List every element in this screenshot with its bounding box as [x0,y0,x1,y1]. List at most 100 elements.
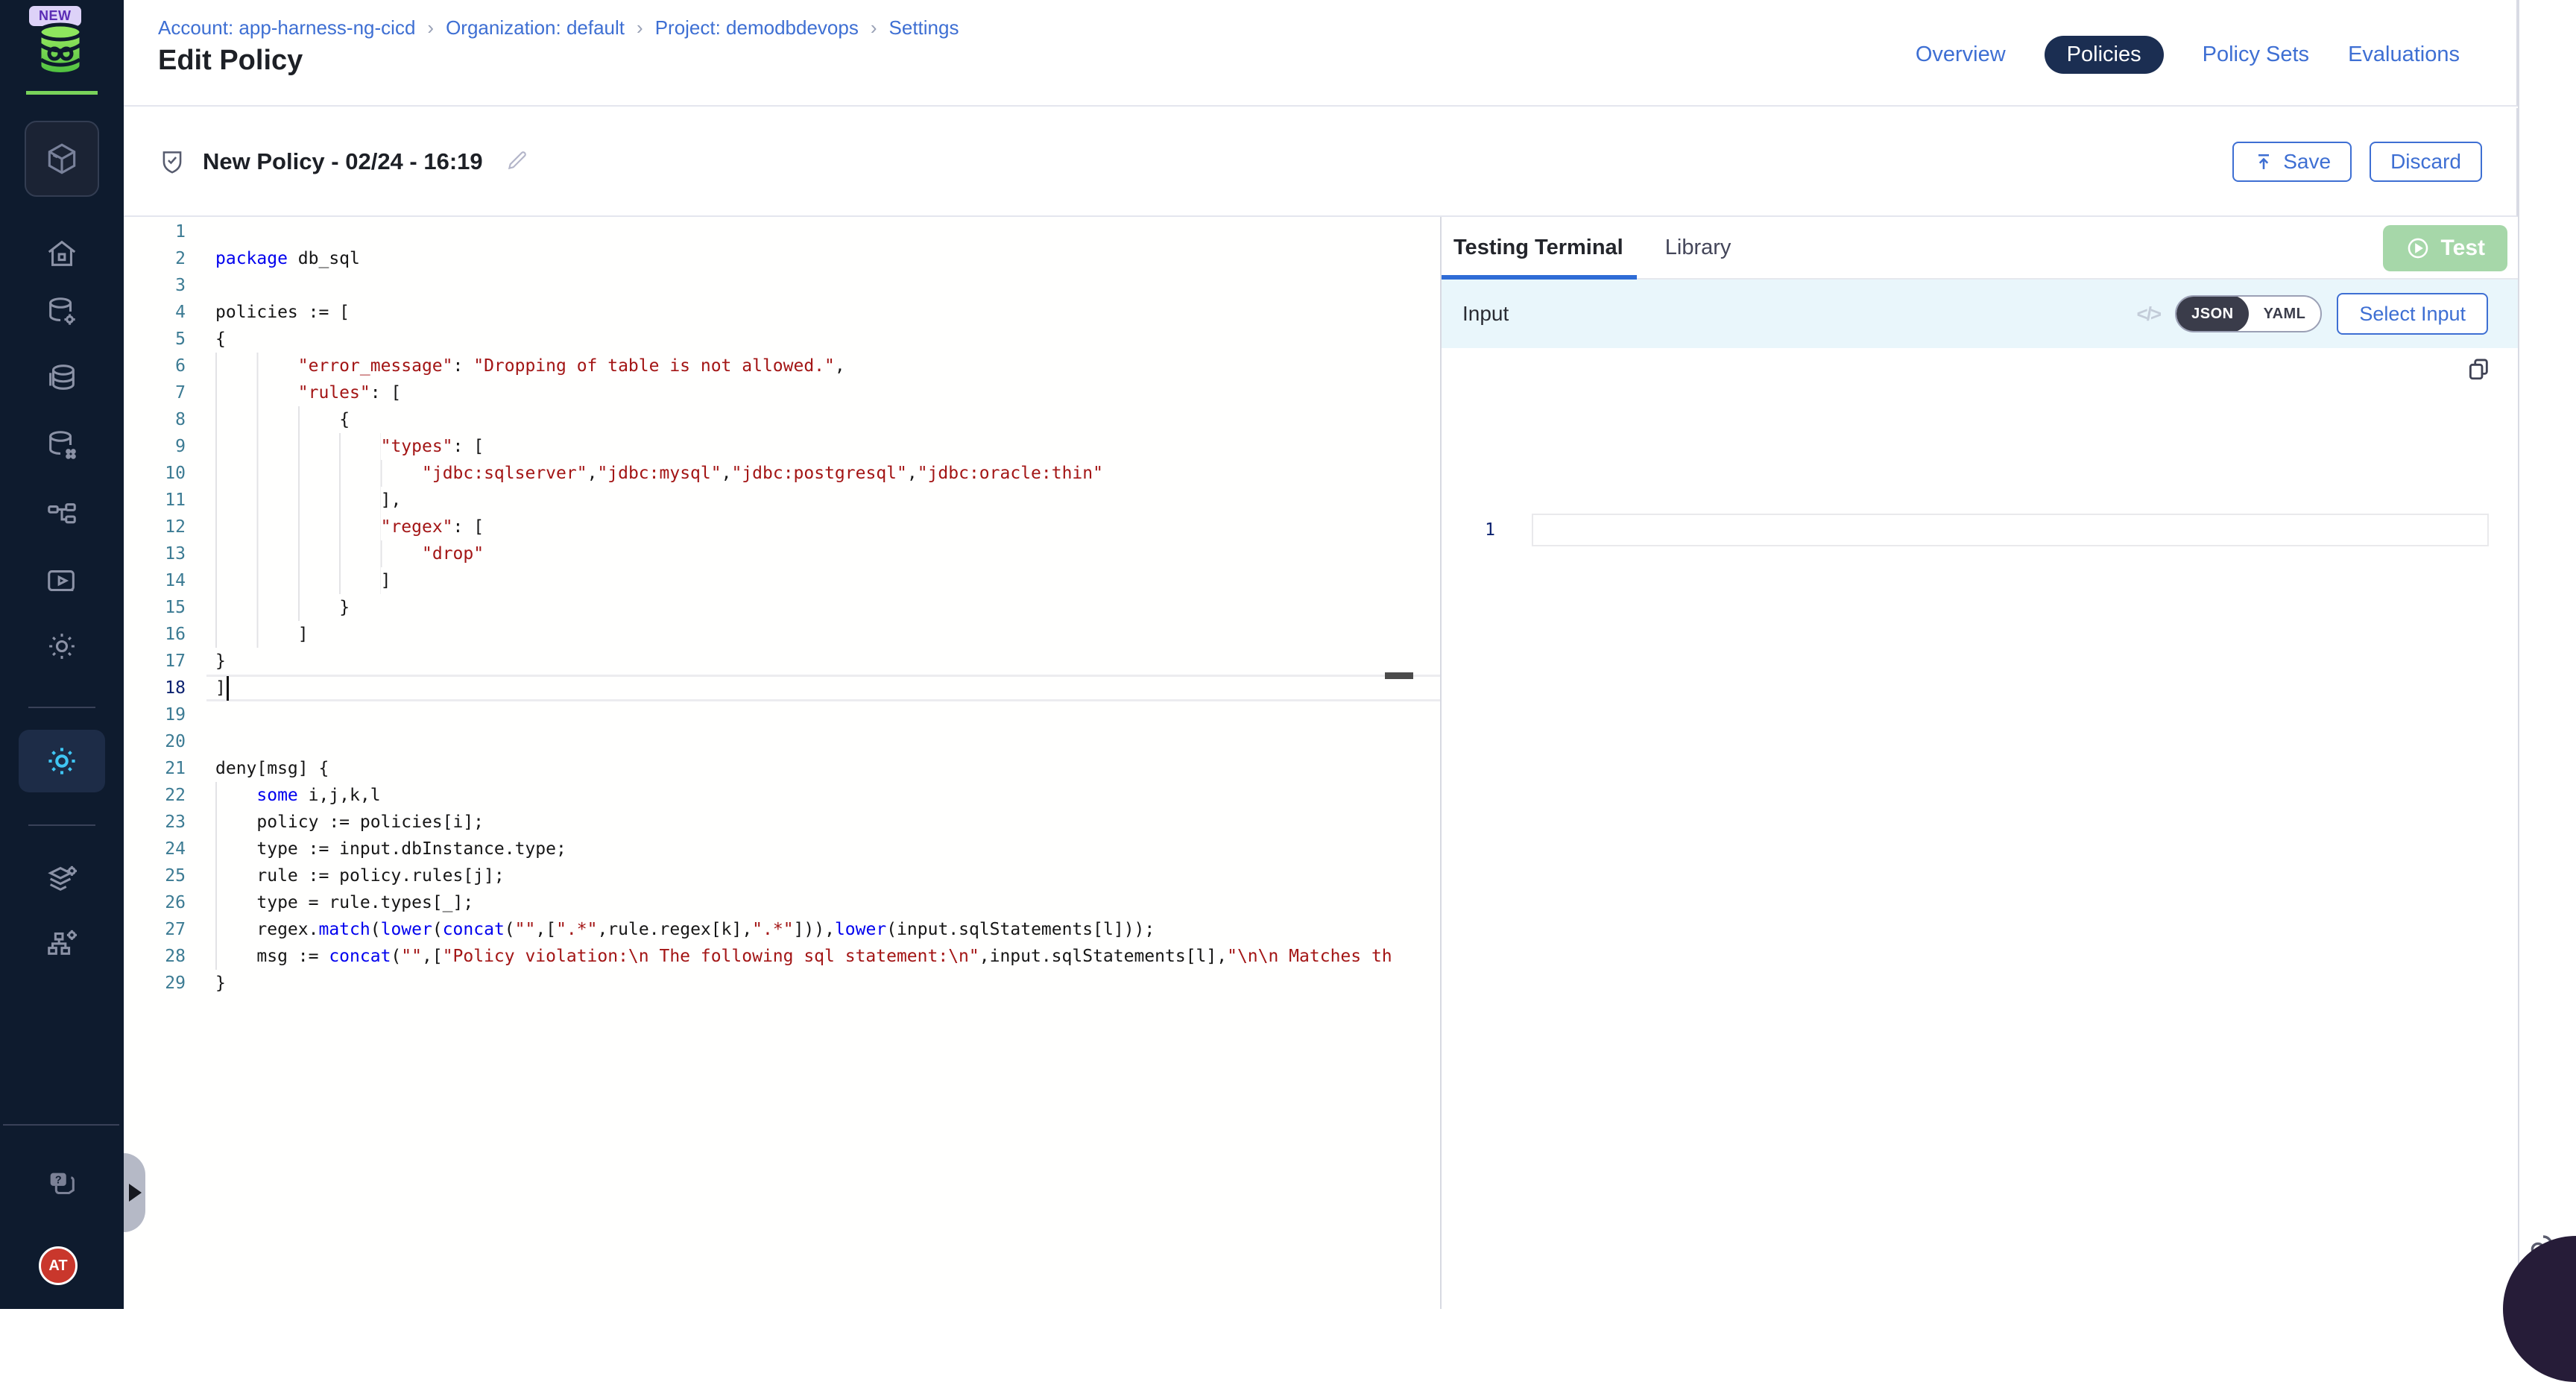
code-line[interactable]: type := input.dbInstance.type; [206,836,1440,862]
sidebar-item-layers-settings[interactable] [0,861,124,895]
code-line[interactable]: regex.match(lower(concat("",[".*",rule.r… [206,916,1440,943]
code-line[interactable]: type = rule.types[_]; [206,889,1440,916]
code-line[interactable]: some i,j,k,l [206,782,1440,809]
layers-gear-icon [45,861,79,895]
code-line[interactable]: rule := policy.rules[j]; [206,862,1440,889]
tab-policy-sets[interactable]: Policy Sets [2203,36,2309,74]
code-line[interactable]: ] [206,675,1440,701]
line-number: 6 [124,353,206,379]
code-line[interactable]: deny[msg] { [206,755,1440,782]
line-number: 26 [124,889,206,916]
code-string: "jdbc:postgresql" [731,464,906,483]
testing-panel: Testing TerminalLibrary Test Input </> J… [1442,217,2518,1309]
home-icon [45,236,79,271]
sidebar-item-home[interactable] [0,236,124,271]
code-line[interactable]: } [206,594,1440,621]
sidebar-divider [28,707,95,708]
code-line[interactable]: policy := policies[i]; [206,809,1440,836]
line-number: 7 [124,379,206,406]
line-number: 14 [124,567,206,594]
code-keyword: lower [381,920,432,939]
sidebar-item-project-settings-active[interactable] [19,730,105,792]
line-number: 29 [124,970,206,997]
code-string: "Dropping of table is not allowed." [473,356,835,376]
sidebar-item-network-settings[interactable] [0,925,124,959]
input-editor[interactable]: 1 [1442,348,2518,1309]
code-text: ( [432,920,443,939]
code-line[interactable]: "error_message": "Dropping of table is n… [206,353,1440,379]
play-circle-icon [2405,236,2431,261]
input-current-line[interactable] [1532,514,2489,546]
code-line[interactable]: "rules": [ [206,379,1440,406]
editor-code[interactable]: package db_sqlpolicies := [{"error_messa… [206,218,1440,997]
breadcrumb-separator: › [871,16,877,40]
line-number: 11 [124,487,206,514]
code-line[interactable]: package db_sql [206,245,1440,272]
code-line[interactable]: { [206,326,1440,353]
line-number: 16 [124,621,206,648]
module-selector[interactable] [25,121,99,197]
testing-tab-library[interactable]: Library [1665,236,1731,260]
breadcrumb-item[interactable]: Organization: default [446,16,625,40]
code-line[interactable]: ] [206,621,1440,648]
sidebar-item-db-instances[interactable] [0,428,124,462]
code-line[interactable] [206,218,1440,245]
code-line[interactable]: msg := concat("",["Policy violation:\n T… [206,943,1440,970]
line-number: 25 [124,862,206,889]
breadcrumb-item[interactable]: Project: demodbdevops [655,16,859,40]
breadcrumb-item[interactable]: Settings [889,16,959,40]
sidebar-item-db-stack[interactable] [0,360,124,394]
code-text: : [ [453,437,484,456]
indent-guide [215,379,298,406]
code-line[interactable]: policies := [ [206,299,1440,326]
discard-button[interactable]: Discard [2370,142,2482,182]
code-text: regex. [256,920,318,939]
sidebar-item-settings[interactable] [0,629,124,663]
code-text: } [215,974,226,993]
testing-tab-testing-terminal[interactable]: Testing Terminal [1453,236,1623,260]
code-line[interactable] [206,701,1440,728]
policy-code-editor[interactable]: 1234567891011121314151617181920212223242… [124,217,1440,1309]
code-text: } [339,598,350,617]
code-line[interactable]: } [206,970,1440,997]
indent-guide [215,862,256,889]
breadcrumb-item[interactable]: Account: app-harness-ng-cicd [158,16,415,40]
gear-active-icon [44,743,80,779]
code-line[interactable]: "regex": [ [206,514,1440,540]
tab-evaluations[interactable]: Evaluations [2348,36,2460,74]
sidebar-expand-handle[interactable] [124,1153,145,1232]
edit-policy-name-button[interactable] [505,148,529,176]
sidebar-item-flows[interactable] [0,499,124,534]
sidebar-item-executions[interactable] [0,564,124,599]
code-line[interactable]: ], [206,487,1440,514]
code-line[interactable] [206,272,1440,299]
code-line[interactable]: "jdbc:sqlserver","jdbc:mysql","jdbc:post… [206,460,1440,487]
code-line[interactable]: "drop" [206,540,1440,567]
code-text: ,rule.regex[k], [597,920,752,939]
help-chat-icon: ? [45,1167,79,1202]
test-button[interactable]: Test [2383,225,2507,271]
save-button-label: Save [2283,150,2331,174]
input-label: Input [1462,302,2122,326]
code-line[interactable]: { [206,406,1440,433]
database-dots-icon [45,428,79,462]
format-option-json[interactable]: JSON [2176,295,2248,332]
indent-guide [215,782,256,809]
tab-policies[interactable]: Policies [2045,36,2164,74]
code-line[interactable] [206,728,1440,755]
code-line[interactable]: } [206,648,1440,675]
tab-overview[interactable]: Overview [1916,36,2006,74]
sidebar-item-db-settings[interactable] [0,294,124,329]
select-input-button[interactable]: Select Input [2337,293,2488,335]
code-line[interactable]: ] [206,567,1440,594]
format-option-yaml[interactable]: YAML [2249,295,2321,332]
code-text: : [ [370,383,402,403]
user-avatar[interactable]: AT [39,1246,78,1285]
code-line[interactable]: "types": [ [206,433,1440,460]
sidebar-item-help[interactable]: ? [0,1167,124,1202]
indent-guide [215,621,298,648]
harness-db-devops-logo-icon[interactable] [36,22,85,80]
save-button[interactable]: Save [2232,142,2352,182]
copy-button[interactable] [2466,356,2491,385]
policy-name: New Policy - 02/24 - 16:19 [203,148,483,175]
